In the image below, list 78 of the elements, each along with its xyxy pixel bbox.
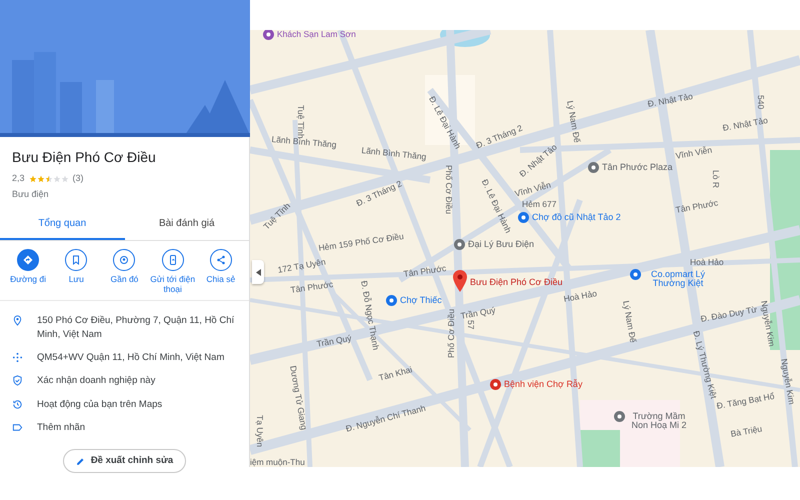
detail-text[interactable]: 150 Phó Cơ Điều, Phường 7, Quận 11, Hồ Chí Minh, Việt Nam: [37, 314, 237, 341]
street-label: Dương Tử Giang: [288, 365, 308, 430]
map-marker-icon[interactable]: [453, 270, 467, 292]
pencil-icon: [76, 456, 85, 466]
detail-text[interactable]: Hoạt động của bạn trên Maps: [37, 398, 162, 411]
action-button[interactable]: Lưu: [52, 249, 100, 294]
place-label[interactable]: Trường Mầm Non Hoạ Mi 2: [628, 412, 690, 430]
street-label: Tân Phước: [675, 198, 719, 214]
suggest-edit-button[interactable]: Đề xuất chỉnh sửa: [62, 449, 186, 474]
street-label: Vĩnh Viễn: [514, 180, 552, 198]
street-label: Hẻm 159 Phố Cơ Điều: [318, 232, 404, 252]
place-label[interactable]: Khách Sạn Lam Sơn: [277, 30, 356, 38]
street-label: 57: [466, 320, 475, 330]
action-button[interactable]: Đường đi: [4, 249, 52, 294]
place-category: Bưu điện: [12, 188, 50, 200]
place-label[interactable]: Đại Lý Bưu Điện: [468, 240, 534, 249]
street-label: Đ. 3 Tháng 2: [475, 124, 524, 150]
street-label: Phố Cơ Điều: [447, 308, 456, 358]
street-label: Hoà Hảo: [563, 289, 598, 304]
tab[interactable]: Bài đánh giá: [124, 209, 249, 240]
place-title: Bưu Điện Phó Cơ Điều: [12, 148, 157, 167]
tag-icon: [12, 422, 23, 433]
street-label: Đ. Đào Duy Từ: [700, 305, 758, 324]
action-button[interactable]: Chia sẻ: [196, 249, 245, 294]
street-label: 172 Tạ Uyên: [277, 258, 326, 274]
street-label: Lãnh Bình Thăng: [361, 146, 427, 162]
street-label: Lò R: [712, 170, 720, 188]
dots-icon: [12, 352, 23, 363]
street-label: 540: [756, 95, 765, 110]
street-label: Trần Quý: [316, 334, 352, 348]
directions-icon: [22, 254, 34, 266]
place-label[interactable]: Tân Phước Plaza: [602, 163, 672, 172]
street-label: Đ. Lê Đại Hành: [428, 95, 462, 150]
location-target-icon: [118, 254, 130, 266]
street-label: Lý Nam Đế: [622, 300, 638, 344]
action-button[interactable]: Gửi tới điện thoại: [148, 249, 197, 294]
place-label[interactable]: Bệnh viện Chợ Rẫy: [504, 380, 582, 389]
street-label: Tân Phước: [290, 280, 334, 294]
street-label: Lý Nam Đế: [566, 100, 582, 144]
street-label: Tạ Uyên: [256, 415, 264, 448]
detail-text[interactable]: Xác nhận doanh nghiệp này: [37, 374, 156, 388]
action-button[interactable]: Gần đó: [100, 249, 148, 294]
detail-text[interactable]: QM54+WV Quận 11, Hồ Chí Minh, Việt Nam: [37, 350, 224, 364]
street-label: Hẻm 677: [522, 200, 556, 208]
place-label[interactable]: Chợ Thiếc: [400, 296, 442, 305]
tab[interactable]: Tổng quan: [0, 209, 124, 240]
street-label: Vĩnh Viễn: [675, 146, 713, 160]
street-label: Đ. Nguyễn Chí Thanh: [345, 404, 426, 434]
review-count: (3): [72, 172, 84, 185]
street-label: Phố Cơ Điều: [444, 165, 453, 214]
detail-text[interactable]: Thêm nhãn: [37, 420, 86, 434]
street-label: Nguyễn Kim: [780, 358, 796, 406]
collapse-panel-button[interactable]: [252, 260, 264, 284]
rating-value: 2,3: [12, 172, 25, 185]
street-label: Nguyễn Kim: [760, 300, 776, 348]
street-label: Trần Quý: [460, 306, 496, 320]
place-label[interactable]: Chợ đồ cũ Nhật Tảo 2: [532, 213, 621, 222]
street-label: Đ. Lê Đại Hành: [480, 178, 513, 234]
history-icon: [12, 398, 23, 410]
street-label: Đ. 3 Tháng 2: [355, 179, 403, 208]
share-icon: [214, 254, 227, 266]
street-label: Tuệ Tĩnh: [262, 201, 292, 231]
street-label: Đ. Nhật Tảo: [647, 92, 694, 108]
location-pin-icon: [12, 315, 23, 326]
street-label: Đ. Nhật Tảo: [722, 116, 768, 132]
street-label: Hoà Hảo: [690, 258, 724, 266]
place-label[interactable]: Co.opmart Lý Thường Kiệt: [644, 270, 712, 288]
street-label: Tân Khai: [378, 365, 414, 382]
street-label: Tuệ Tĩnh: [296, 105, 305, 139]
street-label: iệm muộn-Thu: [250, 458, 305, 466]
street-label: Tân Phước: [403, 264, 447, 278]
place-label[interactable]: Bưu Điện Phó Cơ Điều: [470, 278, 562, 287]
street-label: Đ. Lý Thường Kiệt: [692, 330, 718, 400]
caret-left-icon: [256, 268, 260, 276]
street-label: Đ. Đỗ Ngọc Thạnh: [360, 280, 380, 351]
shield-check-icon: [12, 375, 23, 386]
street-label: Đ. Tăng Bạt Hổ: [716, 392, 776, 410]
street-label: Bà Triệu: [730, 424, 763, 438]
